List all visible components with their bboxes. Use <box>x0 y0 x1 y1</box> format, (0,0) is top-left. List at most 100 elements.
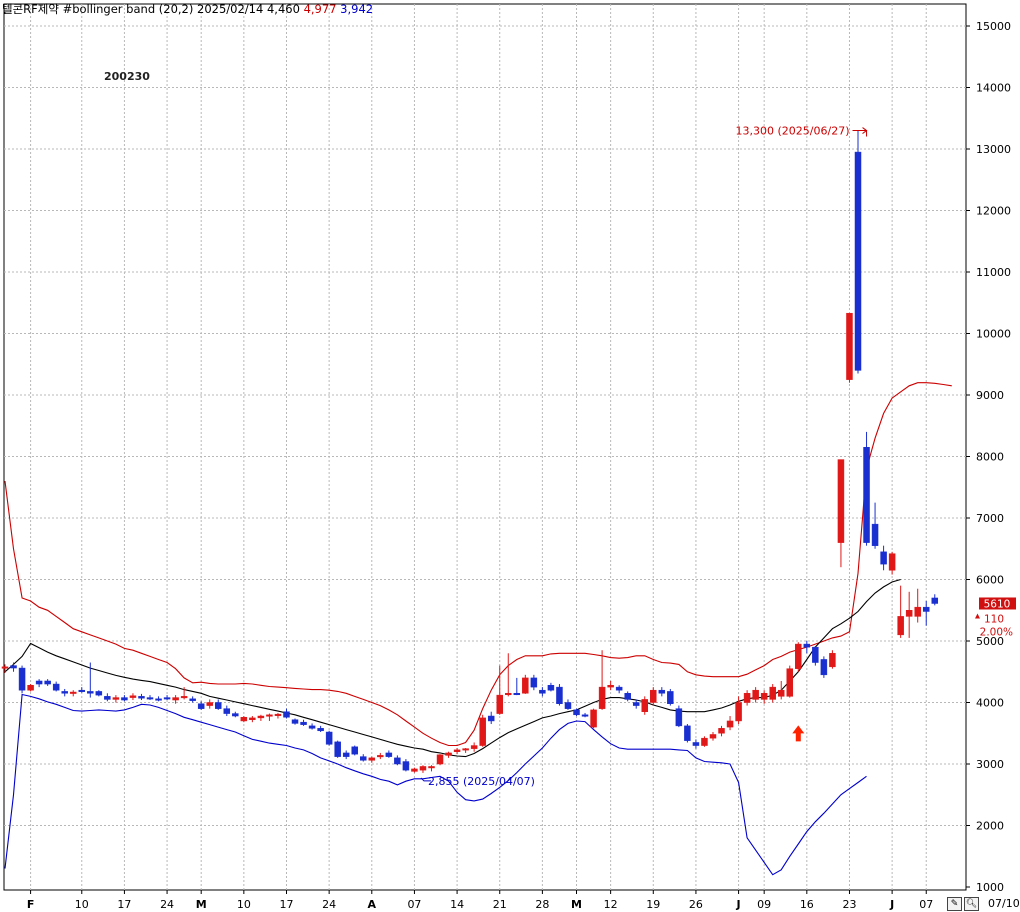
header-lower-value: 3,942 <box>340 2 374 16</box>
candle <box>52 681 60 692</box>
x-tick-label: J <box>889 898 894 911</box>
candle <box>436 754 444 766</box>
candle <box>505 653 512 697</box>
candle <box>658 687 666 697</box>
candle <box>795 642 802 672</box>
magnifier-icon[interactable]: 🔍︎ <box>964 897 979 911</box>
candle <box>598 650 606 710</box>
price-change: 110 <box>984 613 1004 625</box>
x-tick-label: F <box>27 898 35 911</box>
candle <box>667 688 674 706</box>
candle-body <box>377 755 384 758</box>
candle-body <box>291 719 299 724</box>
y-tick-label: 2000 <box>976 820 1004 833</box>
candle <box>675 705 683 728</box>
candle <box>487 711 495 725</box>
candle-body <box>513 693 521 696</box>
candle <box>351 745 358 756</box>
candle-body <box>871 523 879 546</box>
x-tick-label: 26 <box>689 898 703 911</box>
y-tick-label: 1000 <box>976 881 1004 894</box>
candle <box>240 716 248 723</box>
candle <box>402 759 410 772</box>
candle <box>547 682 555 692</box>
candle-body <box>266 714 273 717</box>
candle <box>530 674 538 691</box>
candle <box>854 130 862 374</box>
candle <box>274 712 282 719</box>
x-tick-label: 17 <box>279 898 293 911</box>
candle <box>112 695 120 703</box>
candle-body <box>44 680 51 685</box>
candle-body <box>470 745 478 749</box>
candle <box>743 690 751 706</box>
candle-body <box>820 659 828 676</box>
header-mid-value: 4,460 <box>266 2 300 16</box>
candle-body <box>189 698 196 701</box>
candlestick-chart[interactable]: 13,300 (2025/06/27) 2,855 (2025/04/07) 561… <box>0 0 1020 912</box>
candle <box>573 708 580 717</box>
candle-body <box>300 721 307 725</box>
y-tick-label: 12000 <box>976 205 1011 218</box>
candle-body <box>556 686 563 704</box>
candle <box>215 699 222 710</box>
candle-body <box>232 713 239 717</box>
candle <box>206 699 213 709</box>
x-tick-label: 19 <box>646 898 660 911</box>
candle <box>701 736 708 747</box>
candle <box>888 551 896 575</box>
candle-body <box>888 553 896 571</box>
x-tick-label: J <box>736 898 741 911</box>
candle-body <box>61 691 68 694</box>
candle <box>539 687 546 697</box>
candle-body <box>786 668 794 697</box>
candle <box>650 687 657 706</box>
candle <box>121 695 128 702</box>
candle <box>829 650 836 669</box>
x-tick-label: M <box>571 898 582 911</box>
candle-body <box>394 757 401 765</box>
candle-body <box>462 748 469 751</box>
candle <box>291 718 299 725</box>
candle-body <box>78 689 86 692</box>
arrow-up-icon <box>792 725 805 742</box>
candle-body <box>385 752 393 757</box>
candle-body <box>87 691 94 694</box>
candle <box>837 459 845 568</box>
candle <box>61 688 68 697</box>
candle <box>385 750 393 758</box>
candle <box>104 693 111 702</box>
candle-body <box>539 689 546 694</box>
candle-body <box>206 702 213 706</box>
x-tick-label: A <box>368 898 377 911</box>
candle-body <box>325 731 333 745</box>
y-tick-label: 11000 <box>976 266 1011 279</box>
candle-body <box>360 756 367 761</box>
candle-body <box>692 742 700 746</box>
candle <box>522 674 529 694</box>
candle-body <box>223 708 231 714</box>
candle-body <box>675 708 683 727</box>
candle <box>846 312 853 383</box>
candle <box>470 742 478 752</box>
candle <box>607 680 614 691</box>
candle-body <box>803 643 811 648</box>
candle <box>223 705 231 717</box>
candle-body <box>138 696 145 699</box>
y-tick-label: 5000 <box>976 635 1004 648</box>
candle-body <box>598 686 606 709</box>
candle <box>95 690 103 697</box>
y-tick-label: 3000 <box>976 758 1004 771</box>
pencil-icon[interactable]: ✎ <box>947 897 962 911</box>
candle-body <box>658 689 666 694</box>
candle <box>820 656 828 678</box>
candle-body <box>607 685 614 688</box>
candle-body <box>897 616 904 636</box>
candle-body <box>351 746 358 755</box>
y-tick-label: 9000 <box>976 389 1004 402</box>
last-price-value: 5610 <box>984 598 1011 610</box>
candle <box>146 695 154 701</box>
candle <box>197 701 205 710</box>
candle <box>283 708 290 719</box>
candle-body <box>701 737 708 746</box>
